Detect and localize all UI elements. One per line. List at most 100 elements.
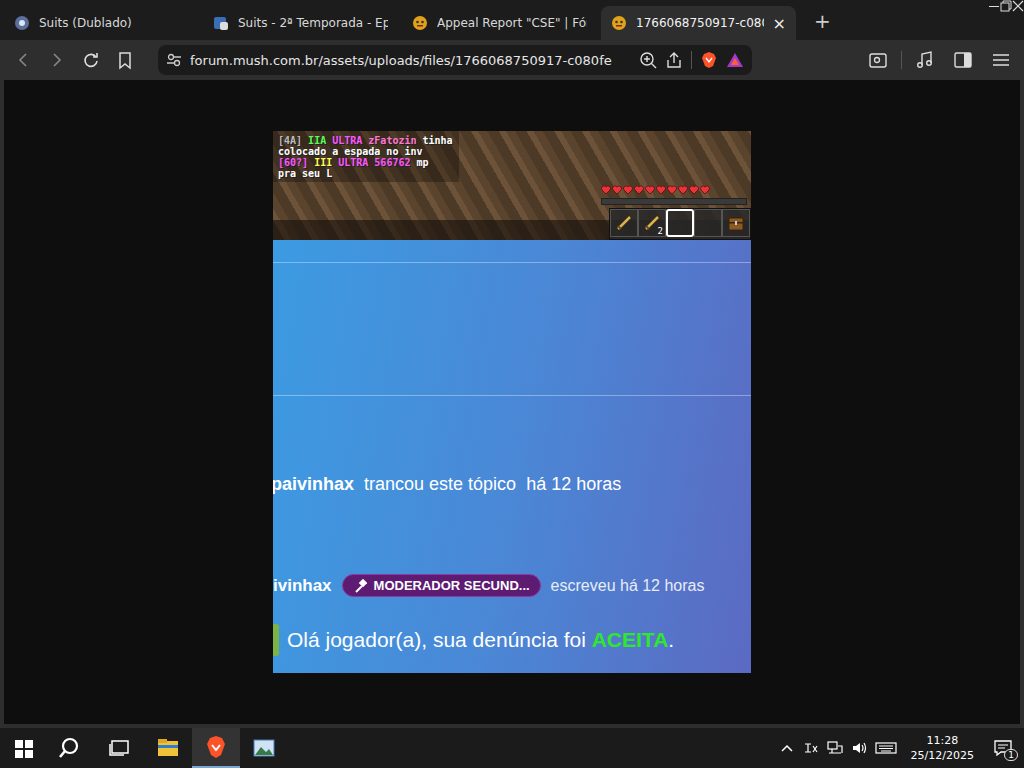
toolbar-actions [863,45,1016,75]
hotbar-slot[interactable] [694,209,722,237]
taskbar-app[interactable] [144,728,192,768]
armor-bar [601,198,747,205]
role-badge: MODERADOR SECUND... [342,574,541,597]
username[interactable]: ivinhax [273,576,332,596]
chat-line: colocado a espada no inv [278,146,453,157]
network-icon[interactable] [827,740,843,756]
volume-icon[interactable] [851,740,867,756]
chat-segment: III [308,157,332,168]
taskbar-app[interactable] [192,728,240,768]
site-info-icon [166,52,182,68]
post-message: Olá jogador(a), sua denúncia foi ACEITA. [273,624,751,656]
message-end: . [668,628,674,651]
mush-icon [412,15,428,31]
sidebar-icon[interactable] [948,45,978,75]
hotbar-strip: 2 [273,220,751,240]
chat-segment: pra seu L [278,168,332,179]
brave-shield-icon[interactable] [700,51,718,69]
bookmark-icon[interactable] [110,45,140,75]
reader-icon[interactable] [863,45,893,75]
hammer-icon [353,579,367,593]
task-view-icon[interactable] [96,728,144,768]
share-icon[interactable] [665,51,683,69]
heart-icon [601,185,611,195]
accepted-label: ACEITA [592,628,669,651]
zoom-icon[interactable] [639,51,657,69]
music-icon[interactable] [910,45,940,75]
tab-label: Suits - 2ª Temporada - Episód [238,16,388,30]
hotbar-slot[interactable] [666,209,694,237]
taskbar: 11:2825/12/2025 1 [0,728,1024,768]
post-header: ivinhaxMODERADOR SECUND...escreveu há 12… [273,574,751,597]
notifications-button[interactable]: 1 [988,733,1018,763]
chat-segment: ULTRA [326,135,362,146]
lock-action: trancou este tópico [364,474,516,495]
lock-notice: paivinhaxtrancou este tópicohá 12 horas [273,474,751,495]
system-tray: 11:2825/12/2025 1 [779,728,1024,768]
browser-tab[interactable]: Suits (Dublado) [4,6,199,40]
slot-item [727,214,745,232]
chat-segment: IIA [302,135,326,146]
brave-rewards-icon[interactable] [726,51,744,69]
hud [601,185,751,205]
file-explorer-icon [155,735,181,761]
reload-icon[interactable] [76,45,106,75]
close-tab-button[interactable]: × [773,14,786,33]
new-tab-button[interactable]: + [800,9,841,40]
chat-segment: [60?] [278,157,308,168]
back-icon[interactable] [8,45,38,75]
chat-segment: tinha [417,135,453,146]
chat-line: [60?] III ULTRA 566762 mp [278,157,453,168]
message-text: Olá jogador(a), sua denúncia foi ACEITA. [287,628,674,652]
keyboard-icon[interactable] [875,740,897,756]
brave-icon [203,734,229,760]
heart-icon [634,185,644,195]
restore-icon[interactable] [1000,0,1012,12]
separator [901,51,902,69]
heart-icon [678,185,688,195]
divider [273,395,751,396]
close-icon[interactable] [1012,0,1024,12]
hotbar-slot[interactable] [610,209,638,237]
search-icon[interactable] [48,728,96,768]
photos-icon [251,735,277,761]
clock-date: 25/12/2025 [911,748,974,763]
address-bar[interactable]: forum.mush.com.br/assets/uploads/files/1… [158,45,752,75]
browser-tab[interactable]: 1766068750917-c080fef × [601,6,796,40]
heart-icon [612,185,622,195]
tab-label: Suits (Dublado) [39,16,189,30]
heart-icon [623,185,633,195]
forward-icon[interactable] [42,45,72,75]
uploaded-image: [4A] IIA ULTRA zFatozin tinhacolocado a … [273,131,751,673]
chevron-up-icon[interactable] [779,740,795,756]
heart-icon [656,185,666,195]
chat-segment: 566762 [368,157,410,168]
chat-segment: colocado a espada no inv [278,146,423,157]
clock[interactable]: 11:2825/12/2025 [905,733,980,763]
minimize-icon[interactable] [988,0,1000,12]
window-controls [988,0,1024,40]
browser-tab[interactable]: Suits - 2ª Temporada - Episód [203,6,398,40]
hotbar-slot[interactable] [722,209,750,237]
browser-tab[interactable]: Appeal Report "CSE" | Fórum [402,6,597,40]
chat-line: pra seu L [278,168,453,179]
game-screenshot: [4A] IIA ULTRA zFatozin tinhacolocado a … [273,131,751,240]
separator [691,51,692,69]
heart-icon [645,185,655,195]
mush-icon [611,15,627,31]
heart-icon [700,185,710,195]
menu-icon[interactable] [986,45,1016,75]
page-content: [4A] IIA ULTRA zFatozin tinhacolocado a … [0,80,1024,724]
site-icon [14,15,30,31]
hotbar-slot[interactable]: 2 [638,209,666,237]
notification-count: 1 [1004,749,1018,761]
url-text: forum.mush.com.br/assets/uploads/files/1… [190,53,631,68]
badge-label: MODERADOR SECUND... [374,578,530,593]
site-icon [213,15,229,31]
username[interactable]: paivinhax [273,474,354,495]
taskbar-app[interactable] [240,728,288,768]
tab-label: 1766068750917-c080fef [636,16,764,30]
input-method-icon[interactable] [803,740,819,756]
chat-segment: zFatozin [362,135,416,146]
windows-start-icon[interactable] [0,728,48,768]
